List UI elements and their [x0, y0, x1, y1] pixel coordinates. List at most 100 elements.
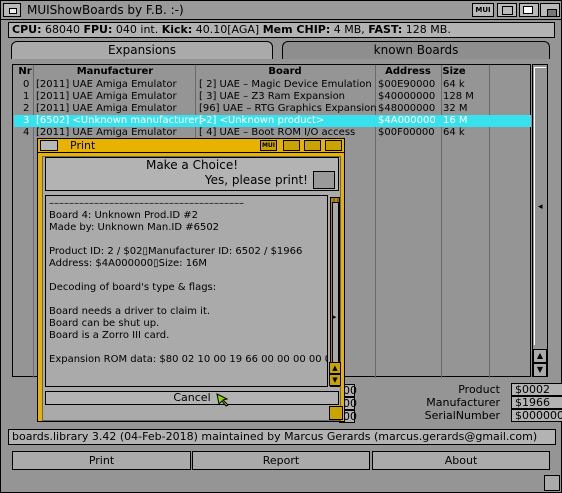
dialog-depth-back-icon[interactable]	[325, 140, 342, 151]
cell-manufacturer: [6502] <Unknown manufacturer>	[36, 115, 207, 126]
cell-nr: 4	[23, 127, 30, 138]
dialog-body: Make a Choice! Yes, please print! ––––––…	[42, 156, 341, 421]
col-header-nr[interactable]: Nr	[15, 66, 35, 78]
preview-scroll-down-icon[interactable]: ▼	[329, 374, 341, 386]
yes-print-checkbox[interactable]	[313, 171, 335, 189]
mouse-pointer-icon	[216, 393, 229, 407]
cell-size: 64 k	[443, 79, 465, 90]
cell-nr: 3	[23, 115, 30, 126]
fast-label: FAST:	[368, 23, 403, 36]
manufacturer-label: Manufacturer	[426, 396, 500, 409]
cpu-value: 68040	[44, 23, 80, 36]
cpu-label: CPU:	[12, 23, 42, 36]
preview-line	[49, 234, 324, 246]
cell-size: 128 M	[443, 91, 474, 102]
depth-back-icon[interactable]	[540, 3, 560, 17]
preview-line	[49, 294, 324, 306]
depth-front-icon[interactable]	[519, 3, 539, 17]
cell-board: [ 3] UAE – Z3 Ram Expansion	[199, 91, 346, 102]
zoom-icon[interactable]	[497, 3, 517, 17]
fpu-label: FPU:	[83, 23, 113, 36]
dialog-resize-icon[interactable]	[329, 406, 343, 420]
mem-chip-label: Mem CHIP:	[262, 23, 331, 36]
cell-manufacturer: [2011] UAE Amiga Emulator	[36, 103, 177, 114]
cancel-button[interactable]: Cancel	[45, 391, 339, 405]
dialog-close-icon[interactable]	[40, 140, 58, 151]
preview-scrollbar[interactable]	[330, 197, 340, 387]
choice-group: Make a Choice! Yes, please print!	[45, 157, 339, 191]
kick-value: 40.10[AGA]	[195, 23, 260, 36]
table-row[interactable]: 3 [6502] <Unknown manufacturer>[ 2] <Unkn…	[14, 115, 531, 127]
preview-line: Board is a Zorro III card.	[49, 330, 170, 341]
table-row[interactable]: 0 [2011] UAE Amiga Emulator [ 2] UAE – Mag…	[14, 79, 531, 91]
cell-board: [96] UAE – RTG Graphics Expansion	[199, 103, 377, 114]
col-header-size[interactable]: Size	[441, 66, 467, 78]
dialog-iconify-icon[interactable]: MUI	[260, 140, 277, 151]
tab-known-boards[interactable]: known Boards	[282, 41, 550, 59]
scroll-marker-icon: ◂	[538, 202, 543, 212]
report-button[interactable]: Report	[192, 451, 370, 470]
choice-title: Make a Choice!	[145, 158, 239, 172]
col-header-address[interactable]: Address	[375, 66, 441, 78]
preview-line	[49, 342, 324, 354]
kick-label: Kick:	[161, 23, 193, 36]
table-row[interactable]: 1 [2011] UAE Amiga Emulator [ 3] UAE – Z3 …	[14, 91, 531, 103]
list-scrollbar[interactable]: ◂	[532, 64, 548, 377]
cell-manufacturer: [2011] UAE Amiga Emulator	[36, 91, 177, 102]
col-header-manufacturer[interactable]: Manufacturer	[35, 66, 195, 78]
cell-address: $40000000	[378, 91, 436, 102]
preview-scroll-up-icon[interactable]: ▲	[329, 362, 341, 374]
status-bar: boards.library 3.42 (04-Feb-2018) mainta…	[8, 429, 556, 445]
cell-address: $00F00000	[378, 127, 435, 138]
close-icon[interactable]	[3, 3, 21, 17]
cell-size: 32 M	[443, 103, 468, 114]
cell-board: [ 2] <Unknown product>	[199, 115, 325, 126]
title-bar[interactable]: MUIShowBoards by F.B. :-) MUI	[1, 1, 561, 20]
scroll-up-icon[interactable]: ▲	[533, 349, 547, 363]
preview-line: Product ID: 2 / $02▯Manufacturer ID: 650…	[49, 246, 303, 257]
cell-manufacturer: [2011] UAE Amiga Emulator	[36, 79, 177, 90]
dialog-zoom-icon[interactable]	[283, 140, 300, 151]
mem-chip-value: 4 MB,	[333, 23, 365, 36]
col-header-board[interactable]: Board	[196, 66, 374, 78]
manufacturer-value: $1966	[511, 396, 562, 409]
preview-line: Decoding of board's type & flags:	[49, 282, 217, 293]
cell-address: $00E90000	[378, 79, 436, 90]
preview-line: –––––––––––––––––––––––––––––––––––––––	[49, 198, 244, 209]
cell-board: [ 2] UAE – Magic Device Emulation	[199, 79, 372, 90]
preview-line: Board can be shut up.	[49, 318, 160, 329]
preview-line: Expansion ROM data: $80 02 10 00 19 66 0…	[49, 354, 328, 365]
scroll-down-icon[interactable]: ▼	[533, 363, 547, 377]
preview-line	[49, 270, 324, 282]
preview-line: Made by: Unknown Man.ID #6502	[49, 222, 220, 233]
cell-nr: 0	[23, 79, 30, 90]
cell-nr: 2	[23, 103, 30, 114]
cell-nr: 1	[23, 91, 30, 102]
about-button[interactable]: About	[372, 451, 550, 470]
preview-line: Board needs a driver to claim it.	[49, 306, 211, 317]
product-label: Product	[458, 383, 500, 396]
print-dialog: Print MUI Make a Choice! Yes, please pri…	[37, 138, 345, 422]
print-preview-text[interactable]: ––––––––––––––––––––––––––––––––––––––– B…	[45, 195, 328, 387]
preview-scroll-knob[interactable]	[332, 202, 339, 372]
fast-value: 128 MB.	[405, 23, 451, 36]
window-title: MUIShowBoards by F.B. :-)	[27, 3, 184, 17]
resize-icon[interactable]	[544, 475, 560, 491]
cell-size: 16 M	[443, 115, 468, 126]
dialog-depth-front-icon[interactable]	[304, 140, 321, 151]
tab-expansions[interactable]: Expansions	[11, 41, 273, 59]
cell-address: $48000000	[378, 103, 436, 114]
serial-value: $00000000	[511, 409, 562, 422]
yes-print-label: Yes, please print!	[204, 173, 308, 187]
product-value: $0002	[511, 383, 562, 396]
iconify-icon[interactable]: MUI	[472, 3, 494, 17]
table-row[interactable]: 2 [2011] UAE Amiga Emulator [96] UAE – RTG…	[14, 103, 531, 115]
serial-label: SerialNumber	[424, 409, 500, 422]
board-details: 00 00 00 Product $0002 Manufacturer $196…	[339, 382, 562, 423]
dialog-title-bar[interactable]: Print MUI	[38, 139, 344, 153]
cell-size: 64 k	[443, 127, 465, 138]
preview-line: Address: $4A000000▯Size: 16M	[49, 258, 208, 269]
cell-address: $4A000000	[378, 115, 436, 126]
preview-line: Board 4: Unknown Prod.ID #2	[49, 210, 199, 221]
print-button[interactable]: Print	[12, 451, 191, 470]
